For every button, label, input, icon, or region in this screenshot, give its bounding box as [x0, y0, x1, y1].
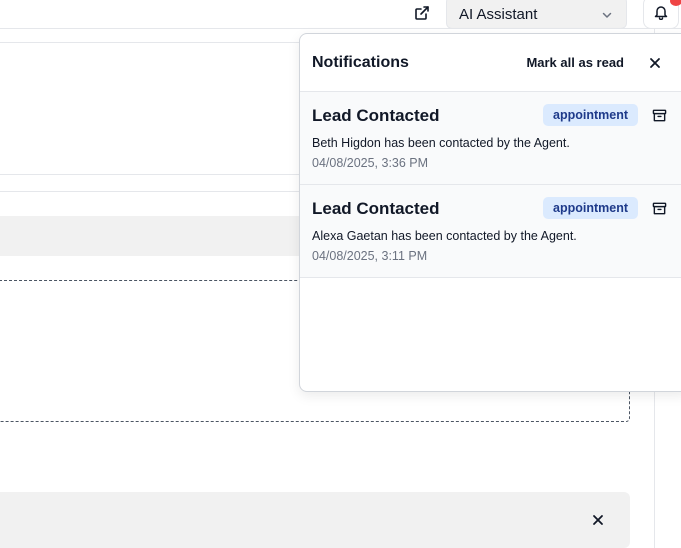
notification-body: Beth Higdon has been contacted by the Ag… — [312, 136, 570, 150]
notification-time: 04/08/2025, 3:11 PM — [312, 249, 428, 263]
notifications-header: Notifications Mark all as read — [300, 34, 681, 92]
unread-indicator — [670, 0, 681, 6]
notification-item[interactable]: Lead Contacted appointment Alexa Gaetan … — [300, 185, 681, 278]
divider — [0, 174, 300, 175]
notification-time: 04/08/2025, 3:36 PM — [312, 156, 429, 170]
chevron-down-icon — [600, 8, 614, 22]
assistant-select-value: AI Assistant — [459, 6, 538, 23]
content-strip — [0, 216, 310, 256]
notification-badge: appointment — [543, 104, 638, 126]
notifications-panel: Notifications Mark all as read Lead Cont… — [299, 33, 681, 392]
divider — [0, 191, 300, 192]
bottom-banner — [0, 492, 630, 548]
notifications-title: Notifications — [312, 53, 409, 71]
divider — [0, 42, 300, 43]
close-icon[interactable] — [588, 510, 608, 530]
notification-badge: appointment — [543, 197, 638, 219]
external-link-icon[interactable] — [411, 2, 433, 24]
bell-icon — [653, 4, 669, 25]
archive-icon[interactable] — [650, 106, 668, 124]
notification-body: Alexa Gaetan has been contacted by the A… — [312, 229, 577, 243]
notification-item[interactable]: Lead Contacted appointment Beth Higdon h… — [300, 92, 681, 185]
archive-icon[interactable] — [650, 199, 668, 217]
close-icon[interactable] — [646, 54, 664, 72]
mark-all-read-button[interactable]: Mark all as read — [526, 55, 624, 70]
assistant-select[interactable]: AI Assistant — [446, 0, 627, 29]
